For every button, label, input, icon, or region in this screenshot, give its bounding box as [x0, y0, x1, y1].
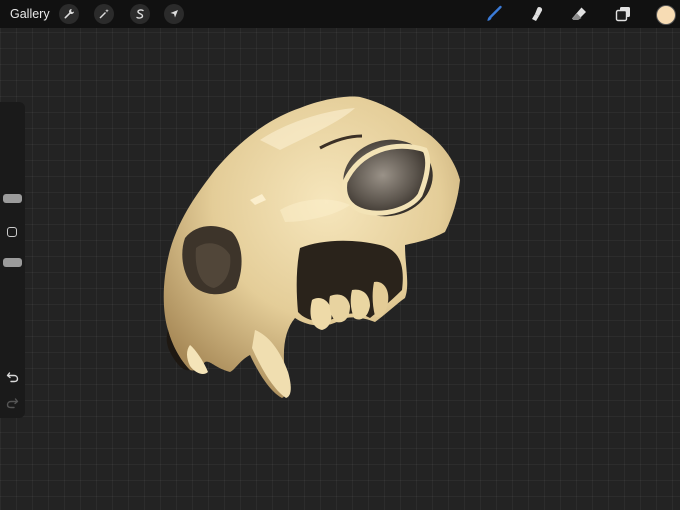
- eraser-icon[interactable]: [570, 5, 588, 23]
- selection-s-icon: [136, 9, 144, 19]
- layers-icon[interactable]: [614, 5, 632, 23]
- top-toolbar: Gallery: [0, 0, 680, 28]
- actions-button[interactable]: [59, 4, 79, 24]
- wrench-icon: [64, 9, 74, 19]
- left-sidebar: [0, 102, 25, 418]
- opacity-slider[interactable]: [3, 258, 22, 267]
- brush-size-slider[interactable]: [3, 194, 22, 203]
- canvas-artwork-skull[interactable]: [0, 0, 680, 510]
- selection-button[interactable]: [130, 4, 150, 24]
- transform-button[interactable]: [164, 4, 184, 24]
- magic-wand-icon: [99, 9, 109, 19]
- gallery-button[interactable]: Gallery: [10, 7, 50, 21]
- modify-button[interactable]: [7, 227, 17, 237]
- brush-icon[interactable]: [485, 5, 503, 23]
- smudge-finger-icon[interactable]: [528, 5, 546, 23]
- undo-icon[interactable]: [6, 370, 19, 383]
- redo-icon[interactable]: [6, 396, 19, 409]
- color-swatch[interactable]: [656, 5, 676, 25]
- adjustments-button[interactable]: [94, 4, 114, 24]
- arrow-cursor-icon: [170, 10, 178, 18]
